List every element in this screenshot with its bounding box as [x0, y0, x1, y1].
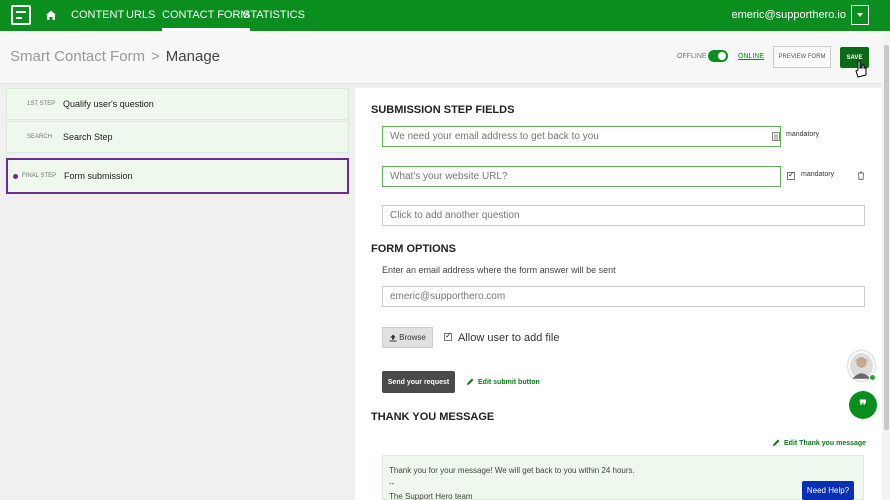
preview-form-button[interactable]: PREVIEW FORM [773, 46, 831, 68]
submission-title: SUBMISSION STEP FIELDS [371, 104, 515, 116]
online-label[interactable]: ONLINE [738, 53, 764, 60]
thank-you-line: Thank you for your message! We will get … [389, 466, 635, 475]
edit-submit-button-link[interactable]: Edit submit button [466, 378, 540, 386]
breadcrumb-parent[interactable]: Smart Contact Form [10, 48, 145, 65]
breadcrumb-separator: > [151, 48, 160, 65]
edit-submit-label: Edit submit button [478, 378, 540, 386]
trash-icon[interactable] [857, 171, 865, 180]
page-header: Smart Contact Form > Manage OFFLINE ONLI… [0, 31, 890, 84]
settings-panel: SUBMISSION STEP FIELDS We need your emai… [355, 88, 882, 500]
edit-thank-you-label: Edit Thank you message [784, 439, 867, 447]
nav-urls[interactable]: URLS [126, 0, 155, 31]
breadcrumb: Smart Contact Form > Manage [10, 48, 220, 65]
thank-you-title: THANK YOU MESSAGE [371, 411, 495, 423]
chat-quote-icon[interactable]: ❞ [849, 391, 877, 419]
step-name: Search Step [63, 132, 113, 142]
question-field-email[interactable]: We need your email address to get back t… [382, 126, 781, 147]
active-dot-icon [13, 173, 18, 179]
mandatory-label: mandatory [786, 131, 820, 138]
cursor-icon [855, 60, 867, 78]
step-tag: SEARCH [27, 134, 53, 140]
pencil-icon [467, 378, 474, 385]
online-toggle[interactable] [708, 50, 728, 62]
step-final[interactable]: FINAL STEP Form submission [6, 158, 349, 194]
step-search[interactable]: SEARCH Search Step [6, 121, 349, 153]
user-email[interactable]: emeric@supporthero.io [732, 0, 847, 31]
top-nav: CONTENT URLS CONTACT FORM STATISTICS eme… [0, 0, 890, 31]
browse-label: Browse [399, 333, 426, 342]
form-options-title: FORM OPTIONS [371, 243, 456, 255]
email-hint: Enter an email address where the form an… [382, 265, 616, 275]
scrollbar-thumb[interactable] [884, 45, 889, 430]
mandatory-checkbox[interactable] [787, 170, 795, 180]
text-field-icon [772, 132, 780, 141]
mandatory-label: mandatory [801, 171, 835, 178]
offline-label: OFFLINE [677, 53, 707, 60]
step-tag: FINAL STEP [22, 173, 57, 179]
step-name: Qualify user's question [63, 99, 154, 109]
page-title: Manage [165, 48, 221, 65]
question-field-website[interactable]: What's your website URL? [382, 166, 781, 187]
chevron-down-icon[interactable] [851, 5, 869, 25]
thank-you-line: -- [389, 479, 395, 488]
edit-thank-you-link[interactable]: Edit Thank you message [772, 439, 866, 447]
step-name: Form submission [64, 171, 133, 181]
online-status-icon [869, 374, 876, 381]
logo-icon[interactable] [11, 5, 31, 25]
thank-you-line: The Support Hero team [389, 492, 473, 500]
send-request-button[interactable]: Send your request [382, 371, 455, 393]
nav-content[interactable]: CONTENT [71, 0, 124, 31]
pencil-icon [773, 439, 780, 446]
add-question-input[interactable]: Click to add another question [382, 205, 865, 226]
step-qualify[interactable]: 1ST STEP Qualify user's question [6, 88, 349, 120]
upload-icon [389, 334, 397, 341]
nav-statistics[interactable]: STATISTICS [243, 0, 305, 31]
browse-button[interactable]: Browse [382, 327, 433, 348]
home-icon[interactable] [44, 8, 58, 22]
step-tag: 1ST STEP [27, 101, 56, 107]
recipient-email-field[interactable]: emeric@supporthero.com [382, 286, 865, 307]
nav-contact-form[interactable]: CONTACT FORM [162, 0, 250, 31]
allow-file-checkbox[interactable] [444, 331, 452, 341]
allow-file-label: Allow user to add file [458, 332, 560, 344]
need-help-button[interactable]: Need Help? [802, 481, 854, 500]
thank-you-message[interactable]: Thank you for your message! We will get … [382, 455, 864, 500]
